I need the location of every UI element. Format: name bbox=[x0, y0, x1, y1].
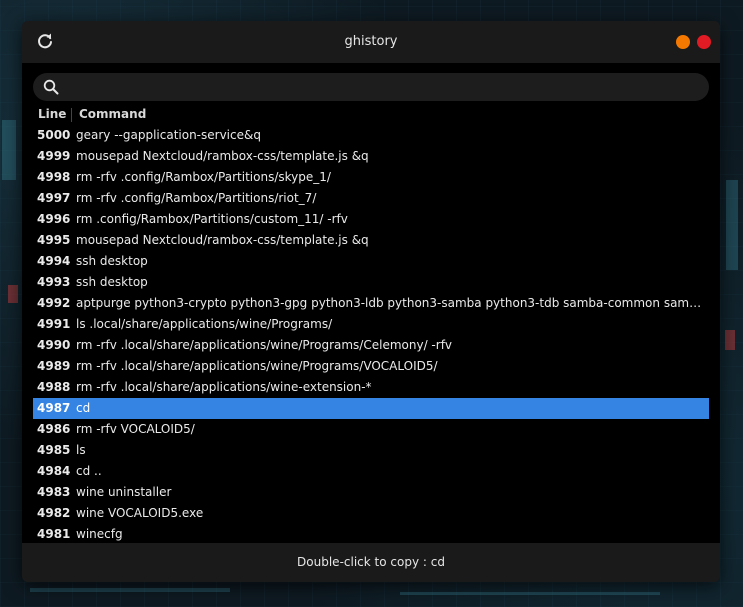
command-text: rm -rfv VOCALOID5/ bbox=[76, 422, 195, 436]
wallpaper-decoration bbox=[2, 120, 16, 180]
command-text: mousepad Nextcloud/rambox-css/template.j… bbox=[76, 149, 369, 163]
history-list: 5000 geary --gapplication-service&q 4999 mo… bbox=[33, 125, 709, 543]
line-number: 4997 bbox=[37, 191, 71, 205]
line-number: 4996 bbox=[37, 212, 71, 226]
command-text: mousepad Nextcloud/rambox-css/template.j… bbox=[76, 233, 369, 247]
line-number: 4988 bbox=[37, 380, 71, 394]
column-header-line[interactable]: Line bbox=[38, 104, 66, 125]
command-text: ssh desktop bbox=[76, 254, 148, 268]
search-icon bbox=[43, 79, 59, 95]
table-row[interactable]: 4989 rm -rfv .local/share/applications/wi… bbox=[33, 356, 709, 377]
line-number: 4983 bbox=[37, 485, 71, 499]
line-number: 5000 bbox=[37, 128, 71, 142]
command-text: rm -rfv .config/Rambox/Partitions/skype_… bbox=[76, 170, 331, 184]
wallpaper-decoration bbox=[400, 592, 660, 595]
status-bar: Double-click to copy : cd bbox=[22, 543, 720, 582]
ghistory-window: ghistory Line Command 5000 geary --gappli… bbox=[22, 21, 720, 582]
table-row[interactable]: 4987 cd bbox=[33, 398, 709, 419]
line-number: 4998 bbox=[37, 170, 71, 184]
command-text: ls bbox=[76, 443, 86, 457]
scrollbar-track[interactable] bbox=[711, 125, 720, 543]
command-text: aptpurge python3-crypto python3-gpg pyth… bbox=[76, 296, 704, 310]
table-row[interactable]: 4999 mousepad Nextcloud/rambox-css/templa… bbox=[33, 146, 709, 167]
window-title: ghistory bbox=[344, 34, 398, 49]
command-text: winecfg bbox=[76, 527, 123, 541]
wallpaper-decoration bbox=[726, 180, 738, 270]
search-bar[interactable] bbox=[33, 73, 709, 103]
search-input[interactable] bbox=[67, 73, 701, 103]
history-panel: Line Command 5000 geary --gapplication-se… bbox=[22, 63, 720, 543]
column-separator bbox=[71, 108, 72, 122]
command-text: ls .local/share/applications/wine/Progra… bbox=[76, 317, 333, 331]
line-number: 4995 bbox=[37, 233, 71, 247]
command-text: rm -rfv .local/share/applications/wine-e… bbox=[76, 380, 372, 394]
table-row[interactable]: 4992 aptpurge python3-crypto python3-gpg … bbox=[33, 293, 709, 314]
line-number: 4992 bbox=[37, 296, 71, 310]
wallpaper-decoration bbox=[30, 588, 230, 592]
table-row[interactable]: 5000 geary --gapplication-service&q bbox=[33, 125, 709, 146]
line-number: 4984 bbox=[37, 464, 71, 478]
copy-hint: Double-click to copy : cd bbox=[297, 555, 445, 569]
line-number: 4986 bbox=[37, 422, 71, 436]
line-number: 4987 bbox=[37, 401, 71, 415]
command-text: cd bbox=[76, 401, 91, 415]
titlebar: ghistory bbox=[22, 21, 720, 63]
line-number: 4985 bbox=[37, 443, 71, 457]
table-row[interactable]: 4998 rm -rfv .config/Rambox/Partitions/sk… bbox=[33, 167, 709, 188]
table-row[interactable]: 4984 cd .. bbox=[33, 461, 709, 482]
line-number: 4982 bbox=[37, 506, 71, 520]
table-row[interactable]: 4994 ssh desktop bbox=[33, 251, 709, 272]
table-row[interactable]: 4986 rm -rfv VOCALOID5/ bbox=[33, 419, 709, 440]
command-text: rm -rfv .local/share/applications/wine/P… bbox=[76, 338, 453, 352]
line-number: 4990 bbox=[37, 338, 71, 352]
table-row[interactable]: 4991 ls .local/share/applications/wine/Pr… bbox=[33, 314, 709, 335]
command-text: rm -rfv .config/Rambox/Partitions/riot_7… bbox=[76, 191, 317, 205]
wallpaper-decoration bbox=[8, 285, 18, 303]
table-row[interactable]: 4985 ls bbox=[33, 440, 709, 461]
table-row[interactable]: 4996 rm .config/Rambox/Partitions/custom_… bbox=[33, 209, 709, 230]
command-text: rm -rfv .local/share/applications/wine/P… bbox=[76, 359, 438, 373]
refresh-icon bbox=[38, 33, 52, 49]
command-text: cd .. bbox=[76, 464, 102, 478]
wallpaper-decoration bbox=[725, 330, 735, 350]
line-number: 4994 bbox=[37, 254, 71, 268]
close-button[interactable] bbox=[697, 35, 711, 49]
table-row[interactable]: 4993 ssh desktop bbox=[33, 272, 709, 293]
line-number: 4999 bbox=[37, 149, 71, 163]
table-row[interactable]: 4982 wine VOCALOID5.exe bbox=[33, 503, 709, 524]
table-row[interactable]: 4995 mousepad Nextcloud/rambox-css/templa… bbox=[33, 230, 709, 251]
command-text: ssh desktop bbox=[76, 275, 148, 289]
table-header: Line Command bbox=[33, 104, 709, 125]
column-header-command[interactable]: Command bbox=[79, 104, 146, 125]
refresh-button[interactable] bbox=[35, 32, 55, 52]
command-text: wine uninstaller bbox=[76, 485, 172, 499]
table-row[interactable]: 4997 rm -rfv .config/Rambox/Partitions/ri… bbox=[33, 188, 709, 209]
line-number: 4981 bbox=[37, 527, 71, 541]
table-row[interactable]: 4988 rm -rfv .local/share/applications/wi… bbox=[33, 377, 709, 398]
table-row[interactable]: 4990 rm -rfv .local/share/applications/wi… bbox=[33, 335, 709, 356]
line-number: 4989 bbox=[37, 359, 71, 373]
table-row[interactable]: 4981 winecfg bbox=[33, 524, 709, 543]
line-number: 4991 bbox=[37, 317, 71, 331]
command-text: rm .config/Rambox/Partitions/custom_11/ … bbox=[76, 212, 348, 226]
table-row[interactable]: 4983 wine uninstaller bbox=[33, 482, 709, 503]
minimize-button[interactable] bbox=[676, 35, 690, 49]
command-text: wine VOCALOID5.exe bbox=[76, 506, 204, 520]
line-number: 4993 bbox=[37, 275, 71, 289]
command-text: geary --gapplication-service&q bbox=[76, 128, 261, 142]
